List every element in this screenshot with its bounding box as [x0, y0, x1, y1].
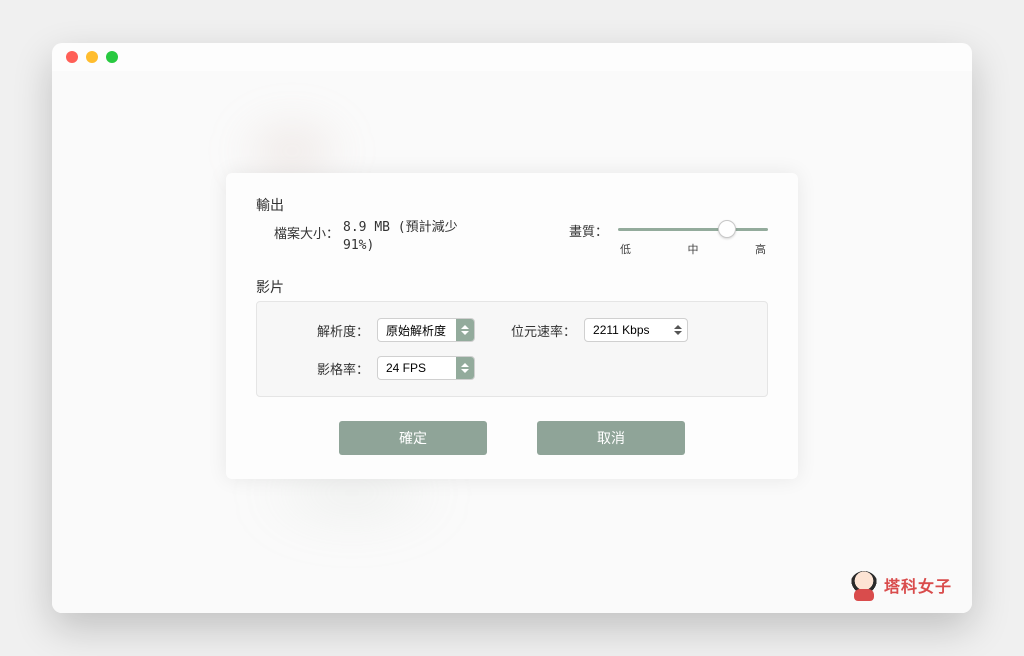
- titlebar: [52, 43, 972, 71]
- tick-mid: 中: [688, 241, 699, 257]
- app-window: 輸出 檔案大小： 8.9 MB (預計減少91%) 畫質： 低 中 高: [52, 43, 972, 613]
- filesize-value: 8.9 MB (預計減少91%): [343, 219, 483, 255]
- maximize-window-button[interactable]: [106, 51, 118, 63]
- framerate-value: 24 FPS: [378, 361, 456, 375]
- settings-panel: 輸出 檔案大小： 8.9 MB (預計減少91%) 畫質： 低 中 高: [226, 173, 798, 479]
- tick-high: 高: [755, 241, 766, 257]
- framerate-row: 影格率： 24 FPS: [277, 356, 747, 380]
- bitrate-input[interactable]: 2211 Kbps: [584, 318, 688, 342]
- framerate-select[interactable]: 24 FPS: [377, 356, 475, 380]
- brand-avatar-icon: [850, 571, 878, 599]
- slider-line: [618, 228, 768, 231]
- cancel-button[interactable]: 取消: [537, 421, 685, 455]
- stepper-icon: [456, 319, 474, 341]
- brand-watermark: 塔科女子: [850, 571, 952, 599]
- quality-slider[interactable]: [618, 219, 768, 239]
- slider-ticks: 低 中 高: [618, 241, 768, 257]
- ok-button[interactable]: 確定: [339, 421, 487, 455]
- close-window-button[interactable]: [66, 51, 78, 63]
- bitrate-value: 2211 Kbps: [585, 323, 673, 337]
- video-settings-box: 解析度： 原始解析度 位元速率： 2211 Kbps 影格率： 24 FPS: [256, 301, 768, 397]
- quality-label: 畫質：: [569, 219, 608, 240]
- output-row: 檔案大小： 8.9 MB (預計減少91%) 畫質： 低 中 高: [256, 219, 768, 257]
- button-row: 確定 取消: [256, 421, 768, 455]
- filesize-label: 檔案大小：: [274, 219, 339, 242]
- quality-slider-wrap: 低 中 高: [618, 219, 768, 257]
- resolution-row: 解析度： 原始解析度 位元速率： 2211 Kbps: [277, 318, 747, 342]
- tick-low: 低: [620, 241, 631, 257]
- output-section-title: 輸出: [256, 195, 768, 215]
- slider-thumb[interactable]: [718, 220, 736, 238]
- resolution-label: 解析度：: [277, 321, 377, 340]
- framerate-label: 影格率：: [277, 359, 377, 378]
- resolution-select[interactable]: 原始解析度: [377, 318, 475, 342]
- stepper-icon: [673, 319, 687, 341]
- minimize-window-button[interactable]: [86, 51, 98, 63]
- video-section-title: 影片: [256, 277, 768, 297]
- quality-block: 畫質： 低 中 高: [569, 219, 768, 257]
- brand-text: 塔科女子: [884, 573, 952, 597]
- stepper-icon: [456, 357, 474, 379]
- bitrate-label: 位元速率：: [511, 321, 584, 340]
- resolution-value: 原始解析度: [378, 322, 456, 339]
